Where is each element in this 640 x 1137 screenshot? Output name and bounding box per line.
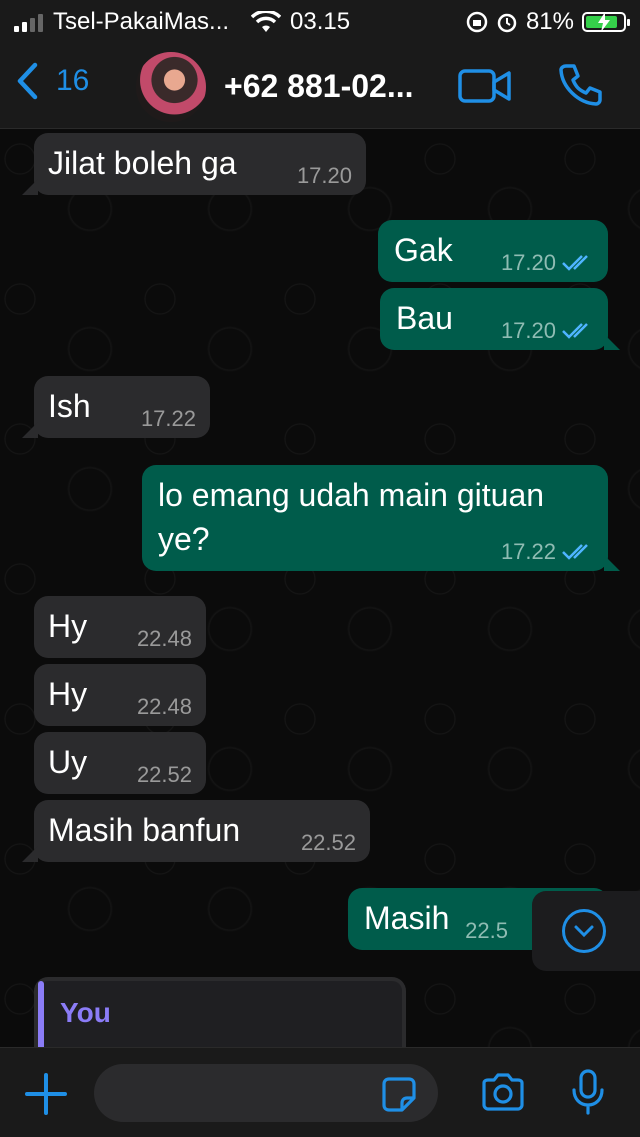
message-list[interactable]: Jilat boleh ga 17.20 Gak 17.20 Bau 17.20… (0, 129, 640, 1047)
rotation-lock-icon (466, 11, 488, 33)
composer-bar (0, 1047, 640, 1137)
chevron-left-icon (17, 62, 38, 100)
message-time: 22.5 (465, 918, 508, 943)
message-incoming[interactable]: Hy 22.48 (34, 664, 206, 726)
message-time: 17.20 (500, 318, 556, 343)
alarm-icon (497, 13, 517, 33)
double-check-icon (562, 323, 588, 339)
avatar[interactable] (136, 52, 206, 122)
status-bar: Tsel-PakaiMas... 03.15 81% (0, 0, 640, 44)
message-time: 17.22 (140, 406, 196, 431)
microphone-icon[interactable] (570, 1068, 606, 1116)
message-time: 22.48 (136, 694, 192, 719)
chat-header: 16 +62 881-02... (0, 44, 640, 129)
message-time: 22.52 (300, 830, 356, 855)
quoted-message[interactable]: You (34, 977, 406, 1047)
message-incoming[interactable]: Masih banfun 22.52 (22, 800, 370, 862)
wifi-icon (251, 11, 282, 32)
message-time: 17.20 (296, 163, 352, 188)
carrier-name: Tsel-PakaiMas... (53, 8, 230, 35)
chevron-down-icon (574, 925, 594, 938)
message-time: 17.22 (500, 539, 556, 564)
unread-count: 16 (56, 64, 90, 97)
camera-icon[interactable] (480, 1072, 526, 1112)
back-button[interactable]: 16 (16, 62, 89, 100)
battery-percent: 81% (525, 8, 574, 35)
scroll-to-bottom-button[interactable] (532, 891, 640, 971)
battery-icon (582, 12, 630, 32)
message-outgoing[interactable]: Gak 17.20 (378, 220, 608, 282)
message-incoming[interactable]: Uy 22.52 (34, 732, 206, 794)
message-time: 17.20 (500, 250, 556, 275)
message-time: 22.52 (136, 762, 192, 787)
double-check-icon (562, 544, 588, 560)
clock-time: 03.15 (290, 8, 351, 35)
double-check-icon (562, 255, 588, 271)
signal-icon (14, 12, 43, 32)
message-outgoing[interactable]: Bau 17.20 (380, 288, 620, 350)
message-incoming[interactable]: Jilat boleh ga 17.20 (22, 133, 366, 195)
quoted-sender: You (60, 997, 111, 1028)
message-time: 22.48 (136, 626, 192, 651)
plus-icon[interactable] (24, 1072, 68, 1116)
sticker-icon[interactable] (380, 1076, 418, 1114)
video-call-icon[interactable] (458, 66, 512, 106)
message-outgoing[interactable]: lo emang udah main gituan ye? 17.22 (142, 465, 620, 571)
message-incoming[interactable]: Hy 22.48 (34, 596, 206, 658)
message-incoming[interactable]: Ish 17.22 (22, 376, 210, 438)
phone-call-icon[interactable] (558, 62, 602, 106)
contact-name[interactable]: +62 881-02... (224, 68, 413, 105)
